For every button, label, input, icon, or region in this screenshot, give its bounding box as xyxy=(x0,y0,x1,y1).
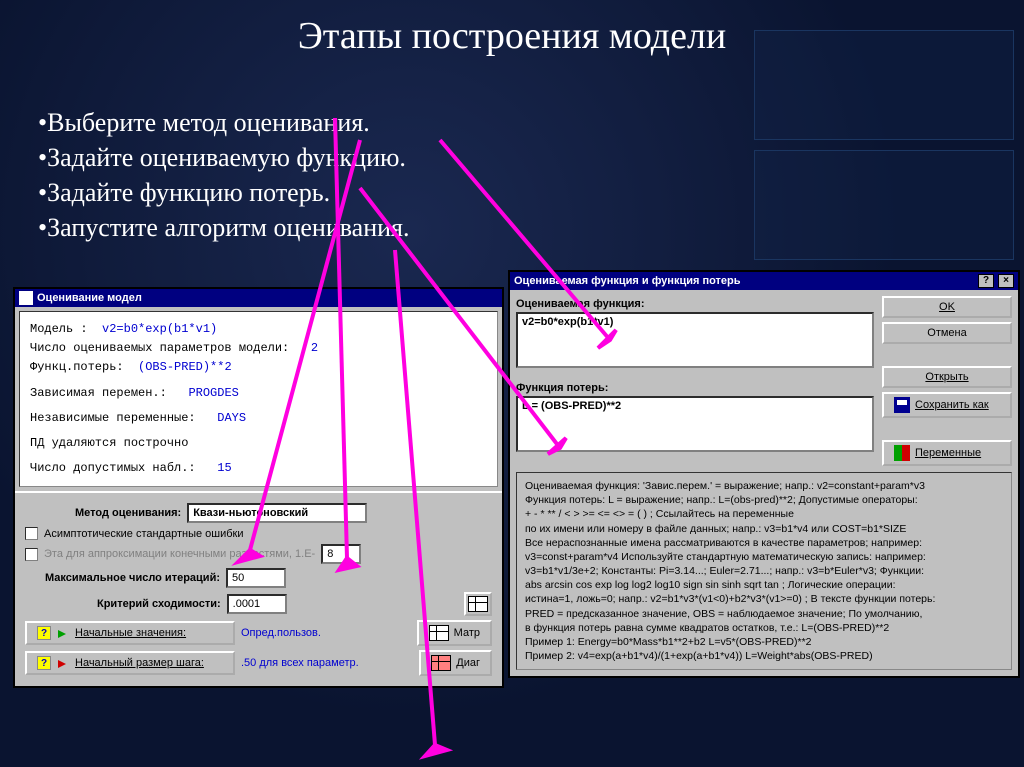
checkbox-eta[interactable] xyxy=(25,548,38,561)
diag-label: Диаг xyxy=(456,657,480,669)
hint-text: Оцениваемая функция: 'Завис.перем.' = вы… xyxy=(516,472,1012,670)
step-label: Начальный размер шага: xyxy=(75,657,204,669)
window-icon xyxy=(19,291,33,305)
ok-label: OK xyxy=(939,301,955,313)
matrix-label: Матр xyxy=(454,627,480,639)
save-as-label: Сохранить как xyxy=(915,399,989,411)
save-icon xyxy=(894,397,910,413)
close-button[interactable]: × xyxy=(998,274,1014,288)
step-value: .50 для всех параметр. xyxy=(241,657,359,669)
step-size-button[interactable]: ? Начальный размер шага: xyxy=(25,651,235,675)
ok-button[interactable]: OK xyxy=(882,296,1012,318)
obs-label: Число допустимых набл.: xyxy=(30,461,196,475)
conv-label: Критерий сходимости: xyxy=(97,598,221,610)
save-as-button[interactable]: Сохранить как xyxy=(882,392,1012,418)
variables-icon xyxy=(894,445,910,461)
open-label: Открыть xyxy=(925,371,968,383)
chk1-label: Асимптотические стандартные ошибки xyxy=(44,528,244,540)
indep-label: Независимые переменные: xyxy=(30,411,196,425)
conv-input[interactable]: .0001 xyxy=(227,594,287,614)
lossfn-label: Функц.потерь: xyxy=(30,360,124,374)
variables-button[interactable]: Переменные xyxy=(882,440,1012,466)
initial-label: Начальные значения: xyxy=(75,627,186,639)
cancel-label: Отмена xyxy=(927,327,966,339)
question-icon: ? xyxy=(37,656,51,670)
checkbox-asymptotic[interactable] xyxy=(25,527,38,540)
model-value: v2=b0*exp(b1*v1) xyxy=(102,322,217,336)
question-icon: ? xyxy=(37,626,51,640)
variables-label: Переменные xyxy=(915,447,981,459)
slide-title: Этапы построения модели xyxy=(0,14,1024,58)
depvar-label: Зависимая перемен.: xyxy=(30,386,167,400)
grid-button-1[interactable] xyxy=(464,592,492,616)
maxiter-label: Максимальное число итераций: xyxy=(45,572,220,584)
open-button[interactable]: Открыть xyxy=(882,366,1012,388)
window-title-1: Оценивание модел xyxy=(37,292,142,304)
right-arrow-icon xyxy=(56,626,70,640)
grid-icon xyxy=(468,596,488,612)
initial-value: Опред.пользов. xyxy=(241,627,321,639)
help-button[interactable]: ? xyxy=(978,274,994,288)
model-label: Модель : xyxy=(30,322,88,336)
cancel-button[interactable]: Отмена xyxy=(882,322,1012,344)
lossfn-value: (OBS-PRED)**2 xyxy=(138,360,232,374)
maxiter-input[interactable]: 50 xyxy=(226,568,286,588)
method-label: Метод оценивания: xyxy=(75,507,181,519)
initial-values-button[interactable]: ? Начальные значения: xyxy=(25,621,235,645)
right-arrow-icon xyxy=(56,656,70,670)
